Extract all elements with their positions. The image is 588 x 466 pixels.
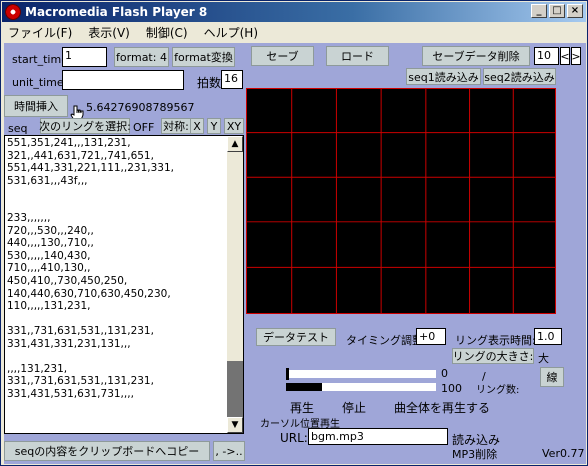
seq-line: 440,,,,130,,710,,: [7, 237, 94, 250]
seq1-load-button[interactable]: seq1読み込み: [406, 68, 481, 85]
seq-line: 551,441,331,221,111,,231,331,: [7, 162, 174, 175]
slot-number-input[interactable]: 10: [534, 47, 559, 65]
seq-line: [7, 187, 229, 200]
seq-line: 450,410,,730,450,250,: [7, 275, 128, 288]
ring-display-time-label: リング表示時間:: [455, 334, 536, 347]
menu-control[interactable]: 制御(C): [146, 24, 188, 41]
insert-time-button[interactable]: 時間挿入: [4, 95, 68, 117]
ring-count-label: リング数:: [476, 385, 520, 396]
symmetry-x-button[interactable]: X: [190, 118, 204, 134]
delete-mp3-button[interactable]: MP3削除: [452, 446, 497, 462]
symmetry-y-button[interactable]: Y: [207, 118, 221, 134]
load-button[interactable]: ロード: [326, 46, 389, 66]
ring-grid-canvas[interactable]: [246, 88, 556, 314]
start-time-input[interactable]: 1: [62, 47, 107, 67]
volume-slider-knob[interactable]: [286, 368, 289, 380]
beat-input[interactable]: 16: [221, 70, 243, 89]
seq-line: 233,,,,,,,: [7, 212, 51, 225]
seq-line: [7, 200, 229, 213]
menu-file[interactable]: ファイル(F): [8, 24, 72, 41]
seq2-load-button[interactable]: seq2読み込み: [483, 68, 556, 85]
title-bar: Macromedia Flash Player 8 _ □ ×: [2, 2, 586, 22]
format-label: format: 4: [114, 47, 169, 67]
close-button[interactable]: ×: [567, 4, 583, 18]
seq-line: ,,,,131,231,: [7, 362, 68, 375]
stop-button[interactable]: 停止: [342, 399, 366, 416]
position-value: 100: [441, 382, 462, 395]
seq-line: 331,431,531,631,731,,,,: [7, 387, 134, 400]
seq-line: 110,,,,,131,231,: [7, 300, 91, 313]
scroll-down-arrow-icon[interactable]: ▼: [227, 417, 243, 433]
arrow-button[interactable]: , ->..: [213, 441, 245, 461]
minimize-button[interactable]: _: [531, 4, 547, 18]
menu-view[interactable]: 表示(V): [88, 24, 130, 41]
seq-line: 710,,,,410,130,,: [7, 262, 91, 275]
symmetry-label: 対称:: [161, 118, 191, 134]
next-ring-select-button[interactable]: 次のリングを選択:: [39, 118, 131, 134]
save-button[interactable]: セーブ: [251, 46, 314, 66]
timing-adjust-input[interactable]: +0: [416, 328, 446, 345]
timing-adjust-label: タイミング調整:: [346, 334, 427, 347]
position-slider-fill: [286, 383, 322, 391]
position-slider[interactable]: [286, 383, 436, 391]
seq-line: 331,,731,631,531,,131,231,: [7, 325, 154, 338]
seq-line: 331,,731,631,531,,131,231,: [7, 375, 154, 388]
seq-line: [7, 313, 229, 326]
seq-line: 530,,,,,140,430,: [7, 249, 91, 262]
prev-slot-button[interactable]: <: [560, 47, 570, 65]
ring-size-value: 大: [538, 352, 549, 365]
seq-line: 321,,441,631,721,,741,651,: [7, 149, 154, 162]
seq-line: [7, 400, 229, 413]
volume-value: 0: [441, 367, 448, 380]
next-slot-button[interactable]: >: [571, 47, 581, 65]
menu-help[interactable]: ヘルプ(H): [204, 24, 258, 41]
flash-player-window: Macromedia Flash Player 8 _ □ × ファイル(F) …: [0, 0, 588, 466]
flash-icon: [5, 4, 21, 20]
seq-line: [7, 350, 229, 363]
seq-scrollbar[interactable]: ▲ ▼: [227, 136, 243, 433]
start-time-label: start_time: [12, 53, 68, 66]
ring-select-state: OFF: [133, 121, 155, 134]
save-data-delete-button[interactable]: セーブデータ削除: [422, 46, 530, 66]
play-whole-song-button[interactable]: 曲全体を再生する: [394, 399, 490, 416]
seq-line: 140,440,630,710,630,450,230,: [7, 287, 171, 300]
url-label: URL:: [280, 431, 308, 445]
scroll-thumb[interactable]: [227, 361, 243, 418]
play-button[interactable]: 再生: [290, 399, 314, 416]
data-test-button[interactable]: データテスト: [256, 328, 336, 346]
version-label: Ver0.77: [542, 447, 585, 460]
seq-line: 720,,,530,,,240,,: [7, 224, 94, 237]
unit-time-label: unit_time: [12, 76, 64, 89]
seq-line: 531,631,,,43f,,,: [7, 174, 88, 187]
scroll-up-arrow-icon[interactable]: ▲: [227, 136, 243, 152]
symmetry-xy-button[interactable]: XY: [224, 118, 244, 134]
menu-bar: ファイル(F) 表示(V) 制御(C) ヘルプ(H): [2, 23, 586, 42]
url-input[interactable]: bgm.mp3: [308, 428, 448, 445]
window-title: Macromedia Flash Player 8: [25, 5, 208, 19]
ring-display-time-input[interactable]: 1.0: [534, 328, 562, 345]
seq-line: 331,431,331,231,131,,,: [7, 337, 131, 350]
seq-label: seq: [8, 122, 28, 135]
volume-slider[interactable]: [286, 368, 436, 380]
maximize-button[interactable]: □: [549, 4, 565, 18]
unit-time-input[interactable]: [62, 70, 184, 90]
copy-seq-clipboard-button[interactable]: seqの内容をクリップボードへコピー: [4, 441, 210, 461]
seq-textarea[interactable]: 551,351,241,,,131,231, 321,,441,631,721,,…: [4, 135, 244, 434]
seq-text: 551,351,241,,,131,231, 321,,441,631,721,,…: [7, 137, 229, 413]
time-readout: 5.64276908789567: [86, 101, 195, 114]
line-button[interactable]: 線: [540, 367, 564, 387]
format-convert-button[interactable]: format変換: [172, 47, 235, 67]
ring-size-button[interactable]: リングの大きさ:: [452, 348, 534, 364]
flash-stage: start_time 1 format: 4 format変換 セーブ ロード …: [4, 43, 586, 464]
beat-label: 拍数: [197, 76, 222, 90]
seq-line: 551,351,241,,,131,231,: [7, 137, 131, 149]
